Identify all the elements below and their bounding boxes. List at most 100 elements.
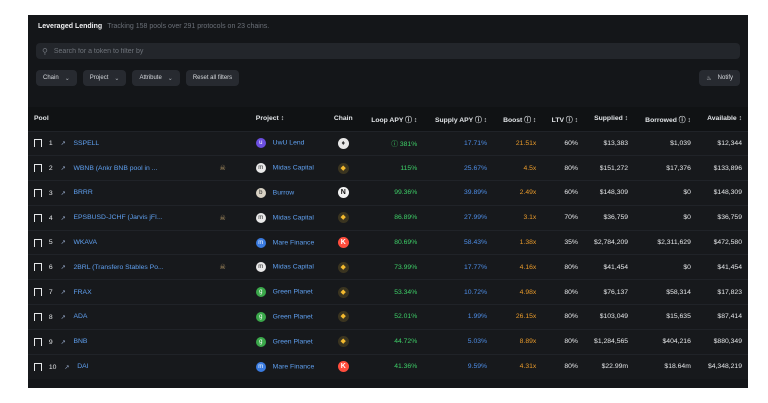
bookmark-icon[interactable] xyxy=(34,139,42,148)
external-link-icon[interactable]: ↗ xyxy=(61,315,66,321)
external-link-icon[interactable]: ↗ xyxy=(61,265,66,271)
table-row[interactable]: 8 ↗ ADA g Green Planet ◆ 52.01% 1.99% 26… xyxy=(28,304,748,330)
pool-link[interactable]: FRAX xyxy=(73,289,213,296)
project-link[interactable]: Green Planet xyxy=(273,289,313,296)
borrowed-value: $0 xyxy=(683,263,691,271)
chevron-down-icon: ⌄ xyxy=(114,75,120,82)
chain-cell: ◆ xyxy=(326,156,360,181)
col-supplied[interactable]: Supplied ↕ xyxy=(584,107,634,131)
external-link-icon[interactable]: ↗ xyxy=(61,290,66,296)
table-row[interactable]: 6 ↗ 2BRL (Transfero Stables Po... ☠ m Mid… xyxy=(28,254,748,280)
bookmark-icon[interactable] xyxy=(34,312,42,321)
boost-value: 4.16x xyxy=(519,263,537,271)
reset-filters-button[interactable]: Reset all filters xyxy=(185,70,240,86)
supply-apy-value: 9.59% xyxy=(467,363,488,371)
pool-link[interactable]: BNB xyxy=(73,338,213,345)
col-chain[interactable]: Chain xyxy=(326,107,360,131)
pool-link[interactable]: DAI xyxy=(77,363,217,370)
project-link[interactable]: Mare Finance xyxy=(273,239,315,246)
table-row[interactable]: 10 ↗ DAI m Mare Finance K 41.36% 9.59% 4… xyxy=(28,354,748,379)
borrowed-value: $404,216 xyxy=(662,338,691,346)
col-ltv[interactable]: LTV ⓘ ↕ xyxy=(542,107,584,131)
bookmark-icon[interactable] xyxy=(34,263,42,272)
pool-link[interactable]: SSPELL xyxy=(73,140,213,147)
midas-icon: m xyxy=(255,163,266,174)
kava-icon: K xyxy=(337,361,349,373)
table-row[interactable]: 2 ↗ WBNB (Ankr BNB pool in ... ☠ m Midas … xyxy=(28,155,748,181)
external-link-icon[interactable]: ↗ xyxy=(61,216,66,222)
table-row[interactable]: 3 ↗ BRRR b Burrow N 99.36% 39.89% 2.49x … xyxy=(28,180,748,206)
ltv-value: 70% xyxy=(564,214,578,222)
borrowed-value: $18.64m xyxy=(664,363,691,371)
project-link[interactable]: Mare Finance xyxy=(273,363,315,370)
table-row[interactable]: 5 ↗ WKAVA m Mare Finance K 80.69% 58.43%… xyxy=(28,230,748,255)
bookmark-icon[interactable] xyxy=(34,288,42,297)
project-filter-label: Project xyxy=(89,75,109,81)
external-link-icon[interactable]: ↗ xyxy=(61,240,66,246)
page-title: Leveraged Lending xyxy=(38,22,103,30)
external-link-icon[interactable]: ↗ xyxy=(61,191,66,197)
project-filter-dropdown[interactable]: Project ⌄ xyxy=(82,70,127,86)
attribute-filter-dropdown[interactable]: Attribute ⌄ xyxy=(132,70,180,86)
project-link[interactable]: Midas Capital xyxy=(273,264,314,271)
external-link-icon[interactable]: ↗ xyxy=(64,365,69,371)
col-available[interactable]: Available ↕ xyxy=(697,107,748,131)
pool-link[interactable]: 2BRL (Transfero Stables Po... xyxy=(73,264,213,271)
table-row[interactable]: 1 ↗ SSPELL u UwU Lend ♦ ⓘ 381% 17.71% 21… xyxy=(28,131,748,156)
bookmark-icon[interactable] xyxy=(34,362,42,371)
notify-button[interactable]: ♨ Notify xyxy=(699,70,740,86)
col-supply-apy[interactable]: Supply APY ⓘ ↕ xyxy=(423,107,493,131)
bookmark-icon[interactable] xyxy=(34,164,42,173)
pool-link[interactable]: EPSBUSD-JCHF (Jarvis jFI... xyxy=(73,214,213,221)
project-link[interactable]: Burrow xyxy=(273,189,295,196)
chain-filter-dropdown[interactable]: Chain ⌄ xyxy=(36,70,77,86)
col-project[interactable]: Project ↕ xyxy=(250,107,327,131)
boost-value: 8.89x xyxy=(519,338,537,346)
pool-link[interactable]: WBNB (Ankr BNB pool in ... xyxy=(73,165,213,172)
table-row[interactable]: 7 ↗ FRAX g Green Planet ◆ 53.34% 10.72% … xyxy=(28,279,748,305)
loop-apy-value: 52.01% xyxy=(394,313,418,321)
project-link[interactable]: UwU Lend xyxy=(273,140,305,147)
table-row[interactable]: 4 ↗ EPSBUSD-JCHF (Jarvis jFI... ☠ m Midas… xyxy=(28,205,748,231)
bnb-icon: ◆ xyxy=(337,261,349,273)
pool-cell: 5 ↗ WKAVA xyxy=(28,230,250,255)
project-link[interactable]: Midas Capital xyxy=(273,165,314,172)
boost-value: 4.5x xyxy=(523,164,537,172)
green-planet-icon: g xyxy=(255,311,266,322)
row-rank: 5 xyxy=(48,239,53,247)
supply-apy-value: 5.03% xyxy=(467,338,488,346)
midas-icon: m xyxy=(255,212,266,223)
loop-apy-value: 86.89% xyxy=(394,214,418,222)
col-boost[interactable]: Boost ⓘ ↕ xyxy=(493,107,542,131)
col-pool[interactable]: Pool xyxy=(28,107,250,131)
col-loop-apy[interactable]: Loop APY ⓘ ↕ xyxy=(360,107,423,131)
ethereum-icon: ♦ xyxy=(337,137,349,149)
row-rank: 1 xyxy=(48,140,53,148)
loop-apy-value: 99.36% xyxy=(394,189,418,197)
external-link-icon[interactable]: ↗ xyxy=(61,340,66,346)
project-link[interactable]: Green Planet xyxy=(273,338,313,345)
supply-apy-value: 25.67% xyxy=(464,164,488,172)
loop-apy-value: 44.72% xyxy=(394,338,418,346)
project-link[interactable]: Green Planet xyxy=(273,313,313,320)
pool-link[interactable]: BRRR xyxy=(73,189,213,196)
col-borrowed[interactable]: Borrowed ⓘ ↕ xyxy=(634,107,697,131)
table-row[interactable]: 9 ↗ BNB g Green Planet ◆ 44.72% 5.03% 8.… xyxy=(28,329,748,355)
available-value: $41,454 xyxy=(717,263,742,271)
supplied-value: $36,759 xyxy=(603,214,629,222)
bookmark-icon[interactable] xyxy=(34,238,42,247)
external-link-icon[interactable]: ↗ xyxy=(61,141,66,147)
notify-label: Notify xyxy=(717,75,733,81)
bookmark-icon[interactable] xyxy=(34,337,42,346)
bookmark-icon[interactable] xyxy=(34,188,42,197)
bookmark-icon[interactable] xyxy=(34,213,42,222)
search-bar[interactable]: ⚲ xyxy=(36,43,740,59)
project-link[interactable]: Midas Capital xyxy=(273,214,314,221)
project-cell: m Midas Capital xyxy=(250,255,327,280)
supply-apy-value: 58.43% xyxy=(464,239,488,247)
pool-link[interactable]: ADA xyxy=(73,313,213,320)
search-input[interactable] xyxy=(51,46,719,56)
external-link-icon[interactable]: ↗ xyxy=(61,166,66,172)
page-subtitle: Tracking 158 pools over 291 protocols on… xyxy=(107,22,270,30)
pool-link[interactable]: WKAVA xyxy=(73,239,213,246)
